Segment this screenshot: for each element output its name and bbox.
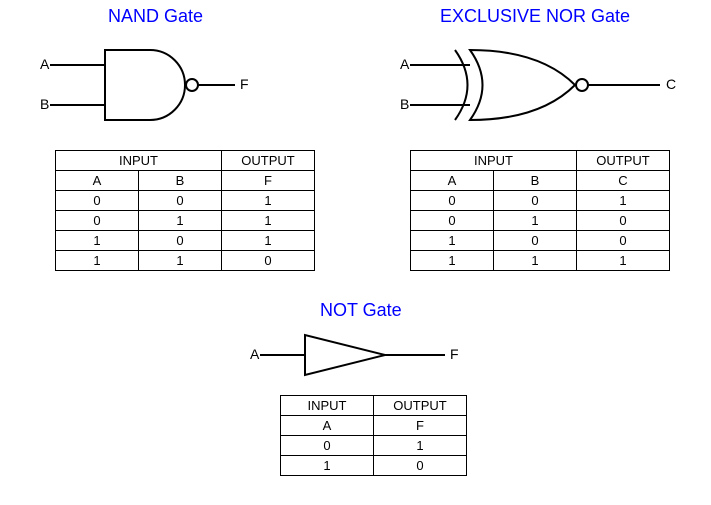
not-input-label: A (250, 346, 260, 362)
not-output-header: OUTPUT (374, 396, 467, 416)
not-output-label: F (450, 346, 459, 362)
nand-col-f: F (222, 171, 315, 191)
nand-input-header: INPUT (56, 151, 222, 171)
nand-col-a: A (56, 171, 139, 191)
xnor-col-c: C (577, 171, 670, 191)
xnor-input-header: INPUT (411, 151, 577, 171)
nand-truth-table: INPUT OUTPUT A B F 001 011 101 110 (55, 150, 315, 271)
nand-input-b-label: B (40, 96, 49, 112)
nand-output-label: F (240, 76, 249, 92)
not-input-header: INPUT (281, 396, 374, 416)
not-col-f: F (374, 416, 467, 436)
nand-output-header: OUTPUT (222, 151, 315, 171)
not-truth-table: INPUT OUTPUT A F 01 10 (280, 395, 467, 476)
nand-gate-symbol: A B F (40, 40, 270, 130)
nand-input-a-label: A (40, 56, 50, 72)
xnor-truth-table: INPUT OUTPUT A B C 001 010 100 111 (410, 150, 670, 271)
nand-col-b: B (139, 171, 222, 191)
nand-title: NAND Gate (108, 6, 203, 27)
xnor-gate-symbol: A B C (400, 40, 700, 130)
xnor-output-label: C (666, 76, 676, 92)
xnor-input-b-label: B (400, 96, 409, 112)
not-col-a: A (281, 416, 374, 436)
not-gate-symbol: A F (250, 325, 480, 385)
not-title: NOT Gate (320, 300, 402, 321)
xnor-title: EXCLUSIVE NOR Gate (440, 6, 630, 27)
xnor-col-b: B (494, 171, 577, 191)
xnor-input-a-label: A (400, 56, 410, 72)
xnor-output-header: OUTPUT (577, 151, 670, 171)
xnor-col-a: A (411, 171, 494, 191)
